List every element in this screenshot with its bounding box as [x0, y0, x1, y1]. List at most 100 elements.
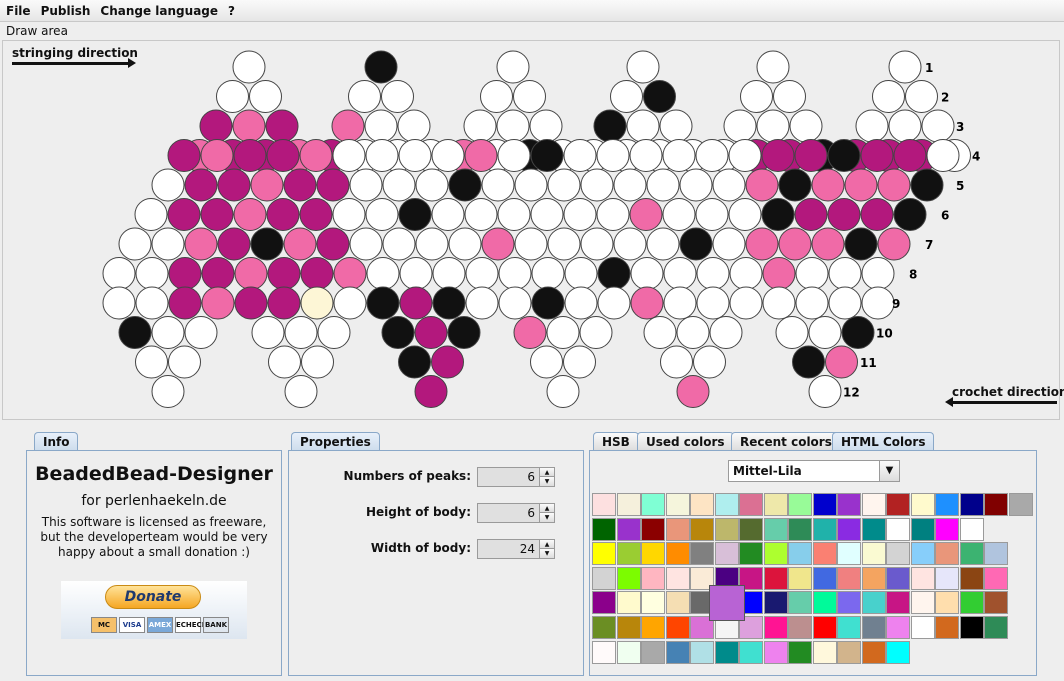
bead[interactable]	[792, 345, 825, 379]
bead[interactable]	[250, 168, 284, 202]
bead[interactable]	[564, 257, 598, 290]
color-swatch[interactable]	[812, 493, 837, 516]
bead[interactable]	[432, 286, 466, 320]
bead[interactable]	[676, 375, 710, 408]
bead[interactable]	[794, 198, 828, 231]
menu-help[interactable]: ?	[228, 4, 235, 18]
bead[interactable]	[888, 50, 922, 84]
color-swatch[interactable]	[665, 566, 690, 590]
bead[interactable]	[808, 375, 842, 408]
bead[interactable]	[364, 109, 398, 143]
peaks-value[interactable]: 6	[478, 470, 538, 484]
bead[interactable]	[613, 168, 647, 202]
color-swatch[interactable]	[886, 640, 910, 664]
bead[interactable]	[579, 316, 613, 349]
color-swatch[interactable]	[984, 616, 1008, 639]
bead[interactable]	[893, 198, 927, 231]
bead[interactable]	[381, 316, 415, 349]
bead[interactable]	[827, 139, 861, 172]
color-swatch[interactable]	[812, 542, 837, 566]
bead[interactable]	[398, 345, 431, 379]
bead[interactable]	[712, 168, 746, 202]
bead[interactable]	[168, 257, 202, 290]
bead[interactable]	[630, 257, 664, 290]
bead[interactable]	[723, 109, 757, 143]
color-swatch[interactable]	[861, 566, 886, 590]
color-swatch[interactable]	[788, 493, 812, 516]
bead[interactable]	[756, 109, 790, 143]
color-swatch[interactable]	[592, 566, 616, 590]
color-swatch[interactable]	[910, 493, 935, 516]
color-swatch[interactable]	[886, 566, 910, 590]
color-swatch[interactable]	[641, 591, 665, 615]
color-swatch[interactable]	[837, 591, 861, 615]
color-swatch[interactable]	[641, 616, 665, 639]
bead[interactable]	[366, 257, 400, 290]
bead[interactable]	[531, 286, 565, 320]
bead[interactable]	[596, 139, 630, 172]
bead[interactable]	[184, 168, 218, 202]
bead[interactable]	[860, 198, 894, 231]
bead[interactable]	[232, 109, 266, 143]
bead[interactable]	[910, 168, 944, 202]
bead[interactable]	[200, 139, 234, 172]
bead[interactable]	[861, 286, 895, 320]
tab-used-colors[interactable]: Used colors	[637, 432, 734, 451]
color-swatch[interactable]	[935, 566, 959, 590]
bead[interactable]	[855, 109, 889, 143]
bead[interactable]	[414, 375, 448, 408]
chevron-down-icon[interactable]: ▼	[879, 461, 899, 481]
color-swatch[interactable]	[837, 566, 861, 590]
bead[interactable]	[775, 316, 809, 349]
color-swatch[interactable]	[984, 591, 1008, 615]
bead[interactable]	[216, 80, 249, 113]
bead[interactable]	[118, 227, 152, 261]
bead[interactable]	[811, 168, 845, 202]
bead[interactable]	[646, 168, 680, 202]
bead[interactable]	[872, 80, 905, 113]
bead[interactable]	[597, 257, 631, 290]
color-swatch[interactable]	[861, 517, 886, 541]
bead-grid[interactable]: 123456789101112	[3, 41, 1059, 419]
tab-properties[interactable]: Properties	[291, 432, 380, 451]
bead[interactable]	[905, 80, 938, 113]
menu-publish[interactable]: Publish	[41, 4, 91, 18]
bead[interactable]	[464, 139, 498, 172]
color-swatch[interactable]	[788, 616, 812, 639]
color-swatch[interactable]	[788, 566, 812, 590]
width-spinner[interactable]: 24 ▲ ▼	[477, 539, 555, 559]
color-swatch[interactable]	[592, 616, 616, 639]
bead[interactable]	[349, 227, 383, 261]
bead[interactable]	[626, 50, 660, 84]
bead[interactable]	[825, 345, 858, 379]
bead[interactable]	[481, 227, 515, 261]
bead[interactable]	[745, 227, 779, 261]
bead[interactable]	[827, 198, 861, 231]
color-swatch[interactable]	[714, 517, 739, 541]
color-swatch[interactable]	[788, 591, 812, 615]
spin-down-icon[interactable]: ▼	[539, 477, 554, 486]
bead[interactable]	[498, 257, 532, 290]
bead[interactable]	[563, 198, 597, 231]
color-swatch[interactable]	[886, 591, 910, 615]
bead[interactable]	[514, 227, 548, 261]
bead[interactable]	[630, 286, 664, 320]
bead[interactable]	[514, 168, 548, 202]
bead[interactable]	[844, 168, 878, 202]
bead[interactable]	[283, 168, 317, 202]
bead[interactable]	[695, 139, 729, 172]
color-swatch[interactable]	[812, 591, 837, 615]
bead[interactable]	[789, 109, 823, 143]
color-swatch[interactable]	[910, 591, 935, 615]
bead[interactable]	[629, 198, 663, 231]
color-swatch[interactable]	[984, 542, 1008, 566]
bead[interactable]	[709, 316, 743, 349]
color-swatch[interactable]	[641, 640, 665, 664]
bead[interactable]	[382, 227, 416, 261]
bead[interactable]	[200, 198, 234, 231]
bead[interactable]	[844, 227, 878, 261]
color-swatch[interactable]	[861, 542, 886, 566]
color-swatch[interactable]	[616, 542, 641, 566]
bead[interactable]	[333, 257, 367, 290]
bead[interactable]	[168, 345, 201, 379]
